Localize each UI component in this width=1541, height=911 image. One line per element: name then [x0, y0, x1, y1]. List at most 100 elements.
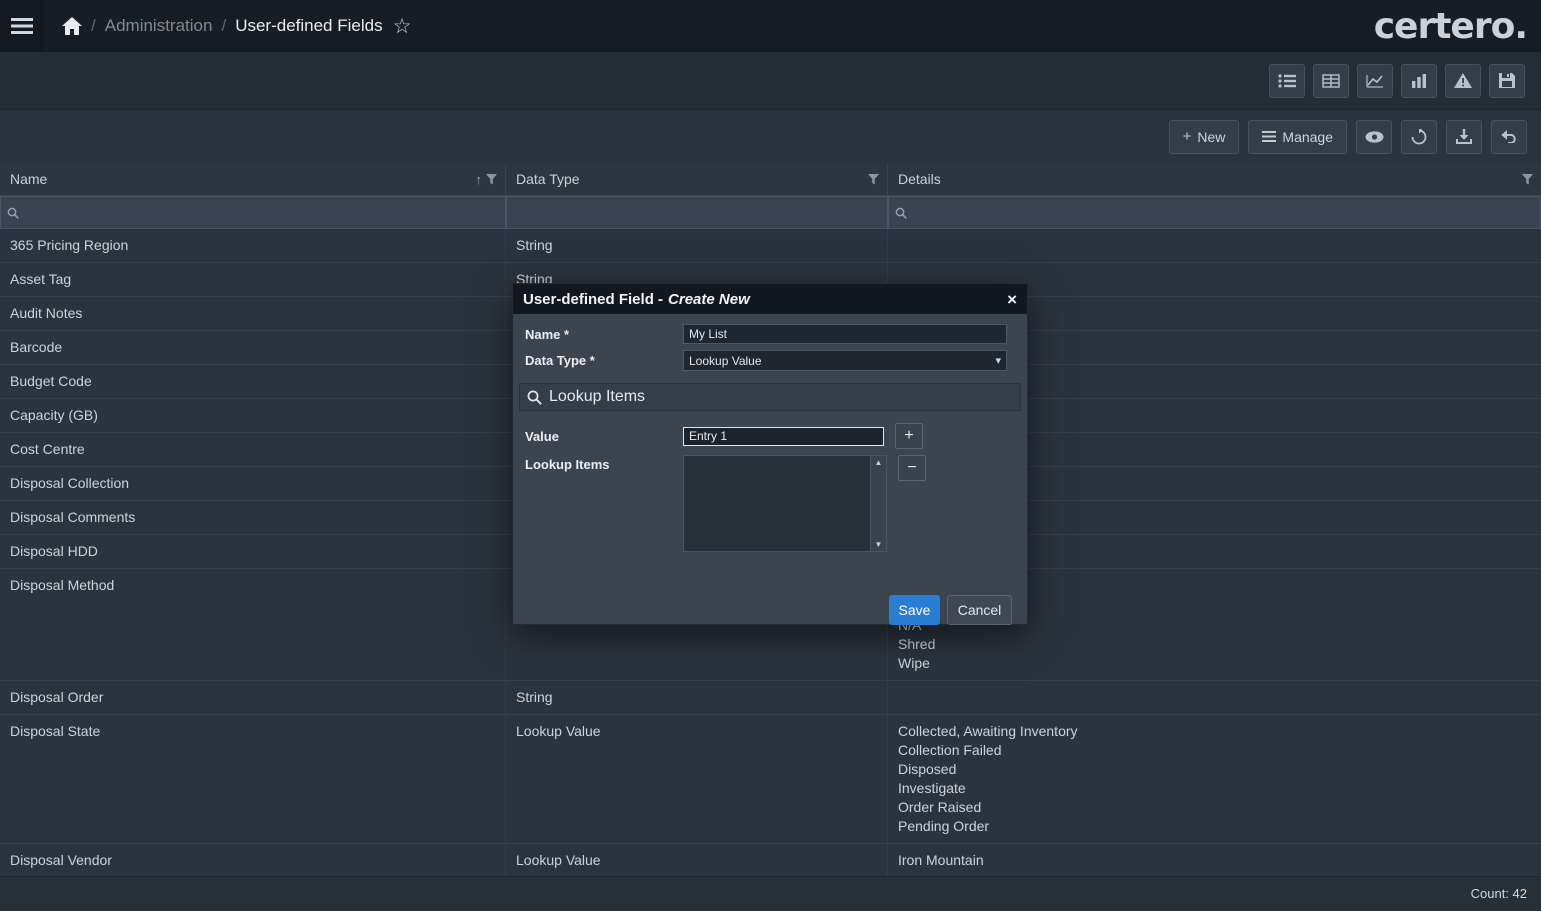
row-datatype-cell[interactable]: String [506, 229, 888, 262]
refresh-button[interactable] [1401, 120, 1437, 154]
row-name-cell[interactable]: Disposal Comments [0, 501, 506, 534]
favorite-star-icon[interactable]: ☆ [393, 14, 412, 39]
add-lookup-item-button[interactable]: + [895, 423, 923, 449]
filter-funnel-icon[interactable] [486, 174, 497, 185]
column-header-details[interactable]: Details [888, 163, 1541, 195]
row-details-cell[interactable]: Iron Mountain [888, 844, 1541, 876]
new-button-label: New [1197, 129, 1225, 145]
remove-lookup-item-button[interactable]: − [898, 455, 926, 481]
name-field[interactable] [683, 324, 1007, 344]
save-button[interactable]: Save [889, 595, 940, 625]
details-filter-box[interactable] [888, 196, 1541, 229]
view-toolbar [0, 52, 1541, 110]
detail-line: Order Raised [898, 798, 1531, 817]
detail-line: Collection Failed [898, 741, 1531, 760]
value-field[interactable] [683, 427, 884, 446]
name-field-label: Name * [519, 327, 683, 342]
plus-icon: + [1183, 128, 1192, 145]
datatype-select[interactable]: Lookup Value ▾ [683, 350, 1007, 371]
filter-funnel-icon[interactable] [1522, 174, 1533, 185]
datatype-filter-input[interactable] [513, 205, 881, 220]
row-name-cell[interactable]: Disposal Order [0, 681, 506, 714]
row-details-cell[interactable] [888, 229, 1541, 262]
breadcrumb-administration[interactable]: Administration [105, 16, 213, 36]
row-name-cell[interactable]: Disposal State [0, 715, 506, 843]
table-row[interactable]: Disposal Order String [0, 681, 1541, 715]
row-name-cell[interactable]: 365 Pricing Region [0, 229, 506, 262]
row-name-cell[interactable]: Capacity (GB) [0, 399, 506, 432]
column-header-datatype[interactable]: Data Type [506, 163, 888, 195]
manage-list-icon [1262, 131, 1276, 142]
home-icon[interactable] [62, 17, 82, 35]
name-filter-box[interactable] [0, 196, 506, 229]
column-label-datatype: Data Type [516, 171, 580, 187]
lookup-items-list[interactable] [684, 456, 870, 551]
toggle-visibility-button[interactable] [1356, 120, 1392, 154]
column-header-name[interactable]: Name ↑ [0, 163, 506, 195]
menu-button[interactable] [0, 0, 44, 52]
row-name-cell[interactable]: Disposal HDD [0, 535, 506, 568]
row-name-cell[interactable]: Disposal Vendor [0, 844, 506, 876]
detail-line: Iron Mountain [898, 851, 1531, 870]
manage-button[interactable]: Manage [1248, 120, 1347, 154]
undo-button[interactable] [1491, 120, 1527, 154]
bar-chart-button[interactable] [1401, 64, 1437, 98]
detail-line: Shred [898, 635, 1531, 654]
certero-logo: certero. [1374, 6, 1527, 47]
cancel-button[interactable]: Cancel [947, 595, 1012, 625]
table-row[interactable]: Disposal Vendor Lookup Value Iron Mounta… [0, 844, 1541, 876]
hamburger-icon [11, 18, 33, 34]
row-count: Count: 42 [1471, 886, 1527, 901]
filter-row [0, 196, 1541, 229]
row-name-cell[interactable]: Cost Centre [0, 433, 506, 466]
search-icon [895, 207, 907, 219]
search-icon [527, 390, 542, 405]
download-icon [1456, 129, 1472, 144]
undo-icon [1501, 130, 1518, 143]
row-name-cell[interactable]: Barcode [0, 331, 506, 364]
refresh-icon [1411, 129, 1427, 145]
new-button[interactable]: + New [1169, 120, 1240, 154]
row-name-cell[interactable]: Audit Notes [0, 297, 506, 330]
sort-ascending-icon: ↑ [476, 172, 483, 187]
scroll-down-icon[interactable]: ▼ [875, 540, 883, 549]
eye-icon [1365, 131, 1384, 143]
dialog-footer: Save Cancel [519, 595, 1021, 625]
dialog-titlebar[interactable]: User-defined Field -Create New × [513, 284, 1027, 314]
row-name-cell[interactable]: Disposal Method [0, 569, 506, 680]
row-name-cell[interactable]: Asset Tag [0, 263, 506, 296]
top-bar: / Administration / User-defined Fields ☆… [0, 0, 1541, 52]
row-datatype-cell[interactable]: Lookup Value [506, 844, 888, 876]
warning-triangle-icon [1454, 73, 1472, 88]
datatype-filter-box[interactable] [506, 196, 888, 229]
lookup-items-listbox[interactable]: ▲ ▼ [683, 455, 887, 552]
table-row[interactable]: Disposal State Lookup Value Collected, A… [0, 715, 1541, 844]
row-name-cell[interactable]: Disposal Collection [0, 467, 506, 500]
chevron-down-icon: ▾ [995, 354, 1001, 367]
row-datatype-cell[interactable]: String [506, 681, 888, 714]
column-label-name: Name [10, 171, 47, 187]
name-filter-input[interactable] [24, 205, 499, 220]
table-grid-icon [1322, 74, 1340, 88]
line-chart-button[interactable] [1357, 64, 1393, 98]
download-button[interactable] [1446, 120, 1482, 154]
grid-view-button[interactable] [1313, 64, 1349, 98]
breadcrumb-separator: / [91, 16, 96, 36]
row-details-cell[interactable] [888, 681, 1541, 714]
row-name-cell[interactable]: Budget Code [0, 365, 506, 398]
datatype-selected-value: Lookup Value [689, 354, 762, 368]
scroll-up-icon[interactable]: ▲ [875, 458, 883, 467]
detail-line: Disposed [898, 760, 1531, 779]
close-icon[interactable]: × [1007, 291, 1017, 308]
table-row[interactable]: 365 Pricing Region String [0, 229, 1541, 263]
list-view-button[interactable] [1269, 64, 1305, 98]
filter-funnel-icon[interactable] [868, 174, 879, 185]
details-filter-input[interactable] [912, 205, 1534, 220]
line-chart-icon [1366, 74, 1384, 88]
save-view-button[interactable] [1489, 64, 1525, 98]
row-datatype-cell[interactable]: Lookup Value [506, 715, 888, 843]
alerts-button[interactable] [1445, 64, 1481, 98]
listbox-scrollbar[interactable]: ▲ ▼ [870, 456, 886, 551]
section-title: Lookup Items [549, 388, 645, 406]
row-details-cell[interactable]: Collected, Awaiting InventoryCollection … [888, 715, 1541, 843]
